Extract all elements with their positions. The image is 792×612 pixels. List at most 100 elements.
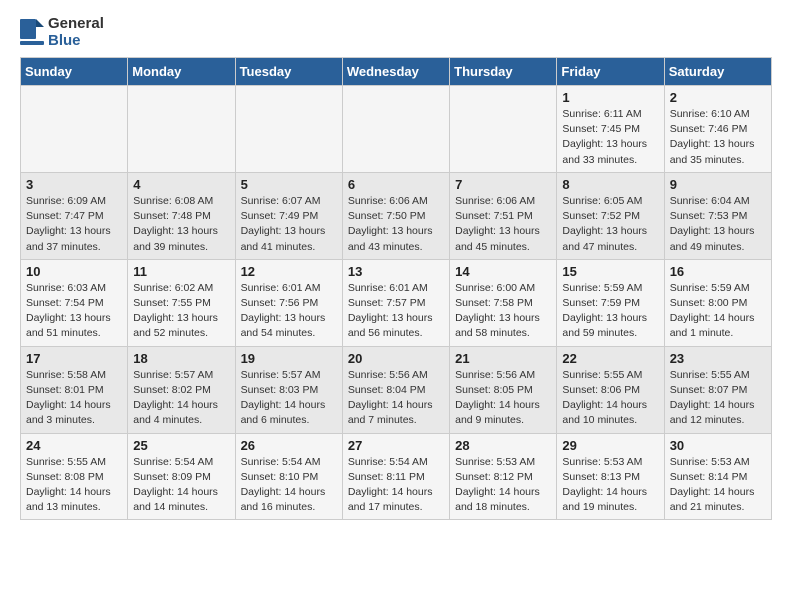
day-number: 9 [670,177,766,192]
logo-graphic [20,19,44,47]
day-info: Sunrise: 5:54 AMSunset: 8:10 PMDaylight:… [241,455,337,516]
calendar-cell: 30Sunrise: 5:53 AMSunset: 8:14 PMDayligh… [664,433,771,520]
day-info: Sunrise: 5:58 AMSunset: 8:01 PMDaylight:… [26,368,122,429]
day-number: 26 [241,438,337,453]
day-number: 15 [562,264,658,279]
day-number: 10 [26,264,122,279]
day-info: Sunrise: 5:53 AMSunset: 8:12 PMDaylight:… [455,455,551,516]
day-number: 18 [133,351,229,366]
calendar-cell: 5 Sunrise: 6:07 AMSunset: 7:49 PMDaylight… [235,172,342,259]
day-info: Sunrise: 6:11 AMSunset: 7:45 PMDaylight:… [562,107,658,168]
day-info: Sunrise: 5:54 AMSunset: 8:11 PMDaylight:… [348,455,444,516]
day-info: Sunrise: 5:55 AMSunset: 8:08 PMDaylight:… [26,455,122,516]
day-info: Sunrise: 6:03 AMSunset: 7:54 PMDaylight:… [26,281,122,342]
calendar-cell: 17 Sunrise: 5:58 AMSunset: 8:01 PMDayligh… [21,346,128,433]
day-info: Sunrise: 6:10 AMSunset: 7:46 PMDaylight:… [670,107,766,168]
day-number: 22 [562,351,658,366]
calendar-cell: 7Sunrise: 6:06 AMSunset: 7:51 PMDaylight… [450,172,557,259]
logo-blue-text: Blue [48,33,104,50]
day-number: 25 [133,438,229,453]
day-number: 11 [133,264,229,279]
calendar-cell: 29 Sunrise: 5:53 AMSunset: 8:13 PMDayligh… [557,433,664,520]
day-number: 23 [670,351,766,366]
calendar-cell: 4 Sunrise: 6:08 AMSunset: 7:48 PMDaylight… [128,172,235,259]
day-info: Sunrise: 5:53 AMSunset: 8:13 PMDaylight:… [562,455,658,516]
calendar-cell: 3 Sunrise: 6:09 AMSunset: 7:47 PMDaylight… [21,172,128,259]
day-info: Sunrise: 6:07 AMSunset: 7:49 PMDaylight:… [241,194,337,255]
day-number: 17 [26,351,122,366]
calendar-table: SundayMondayTuesdayWednesdayThursdayFrid… [20,57,772,520]
day-info: Sunrise: 5:59 AMSunset: 7:59 PMDaylight:… [562,281,658,342]
day-number: 3 [26,177,122,192]
header-tuesday: Tuesday [235,58,342,86]
day-number: 4 [133,177,229,192]
day-number: 29 [562,438,658,453]
day-info: Sunrise: 6:09 AMSunset: 7:47 PMDaylight:… [26,194,122,255]
calendar-cell: 28 Sunrise: 5:53 AMSunset: 8:12 PMDayligh… [450,433,557,520]
calendar-week-row: 3 Sunrise: 6:09 AMSunset: 7:47 PMDaylight… [21,172,772,259]
calendar-cell: 24 Sunrise: 5:55 AMSunset: 8:08 PMDayligh… [21,433,128,520]
calendar-cell: 8Sunrise: 6:05 AMSunset: 7:52 PMDaylight… [557,172,664,259]
calendar-cell: 27 Sunrise: 5:54 AMSunset: 8:11 PMDayligh… [342,433,449,520]
calendar-cell [21,86,128,173]
calendar-cell: 12 Sunrise: 6:01 AMSunset: 7:56 PMDayligh… [235,259,342,346]
calendar-cell: 6Sunrise: 6:06 AMSunset: 7:50 PMDaylight… [342,172,449,259]
calendar-cell [128,86,235,173]
calendar-cell: 18 Sunrise: 5:57 AMSunset: 8:02 PMDayligh… [128,346,235,433]
header-monday: Monday [128,58,235,86]
day-number: 21 [455,351,551,366]
header-saturday: Saturday [664,58,771,86]
calendar-header-row: SundayMondayTuesdayWednesdayThursdayFrid… [21,58,772,86]
day-number: 14 [455,264,551,279]
day-number: 13 [348,264,444,279]
header-thursday: Thursday [450,58,557,86]
day-info: Sunrise: 5:53 AMSunset: 8:14 PMDaylight:… [670,455,766,516]
day-number: 5 [241,177,337,192]
calendar-cell: 1 Sunrise: 6:11 AMSunset: 7:45 PMDaylight… [557,86,664,173]
day-info: Sunrise: 5:57 AMSunset: 8:02 PMDaylight:… [133,368,229,429]
calendar-cell: 22 Sunrise: 5:55 AMSunset: 8:06 PMDayligh… [557,346,664,433]
calendar-cell: 2 Sunrise: 6:10 AMSunset: 7:46 PMDaylight… [664,86,771,173]
calendar-cell: 26 Sunrise: 5:54 AMSunset: 8:10 PMDayligh… [235,433,342,520]
calendar-week-row: 10 Sunrise: 6:03 AMSunset: 7:54 PMDayligh… [21,259,772,346]
calendar-cell: 11 Sunrise: 6:02 AMSunset: 7:55 PMDayligh… [128,259,235,346]
logo: General Blue [20,16,104,49]
calendar-week-row: 17 Sunrise: 5:58 AMSunset: 8:01 PMDayligh… [21,346,772,433]
calendar-cell: 9 Sunrise: 6:04 AMSunset: 7:53 PMDaylight… [664,172,771,259]
page-header: General Blue [20,16,772,49]
day-info: Sunrise: 6:08 AMSunset: 7:48 PMDaylight:… [133,194,229,255]
day-info: Sunrise: 5:57 AMSunset: 8:03 PMDaylight:… [241,368,337,429]
day-info: Sunrise: 6:04 AMSunset: 7:53 PMDaylight:… [670,194,766,255]
calendar-cell: 19Sunrise: 5:57 AMSunset: 8:03 PMDayligh… [235,346,342,433]
calendar-week-row: 1 Sunrise: 6:11 AMSunset: 7:45 PMDaylight… [21,86,772,173]
day-number: 1 [562,90,658,105]
day-info: Sunrise: 6:01 AMSunset: 7:57 PMDaylight:… [348,281,444,342]
day-info: Sunrise: 6:02 AMSunset: 7:55 PMDaylight:… [133,281,229,342]
day-info: Sunrise: 6:05 AMSunset: 7:52 PMDaylight:… [562,194,658,255]
day-number: 24 [26,438,122,453]
calendar-cell: 14 Sunrise: 6:00 AMSunset: 7:58 PMDayligh… [450,259,557,346]
calendar-cell: 25 Sunrise: 5:54 AMSunset: 8:09 PMDayligh… [128,433,235,520]
day-number: 27 [348,438,444,453]
logo-general-text: General [48,16,104,33]
day-info: Sunrise: 5:56 AMSunset: 8:04 PMDaylight:… [348,368,444,429]
header-friday: Friday [557,58,664,86]
day-number: 12 [241,264,337,279]
day-info: Sunrise: 6:06 AMSunset: 7:51 PMDaylight:… [455,194,551,255]
calendar-cell: 20 Sunrise: 5:56 AMSunset: 8:04 PMDayligh… [342,346,449,433]
day-info: Sunrise: 6:01 AMSunset: 7:56 PMDaylight:… [241,281,337,342]
calendar-week-row: 24 Sunrise: 5:55 AMSunset: 8:08 PMDayligh… [21,433,772,520]
day-number: 28 [455,438,551,453]
day-info: Sunrise: 5:55 AMSunset: 8:06 PMDaylight:… [562,368,658,429]
calendar-cell [450,86,557,173]
day-number: 20 [348,351,444,366]
day-info: Sunrise: 5:59 AMSunset: 8:00 PMDaylight:… [670,281,766,342]
day-info: Sunrise: 5:54 AMSunset: 8:09 PMDaylight:… [133,455,229,516]
day-info: Sunrise: 5:56 AMSunset: 8:05 PMDaylight:… [455,368,551,429]
calendar-cell: 21 Sunrise: 5:56 AMSunset: 8:05 PMDayligh… [450,346,557,433]
calendar-cell: 13 Sunrise: 6:01 AMSunset: 7:57 PMDayligh… [342,259,449,346]
day-number: 2 [670,90,766,105]
day-info: Sunrise: 6:00 AMSunset: 7:58 PMDaylight:… [455,281,551,342]
day-info: Sunrise: 5:55 AMSunset: 8:07 PMDaylight:… [670,368,766,429]
calendar-cell [235,86,342,173]
